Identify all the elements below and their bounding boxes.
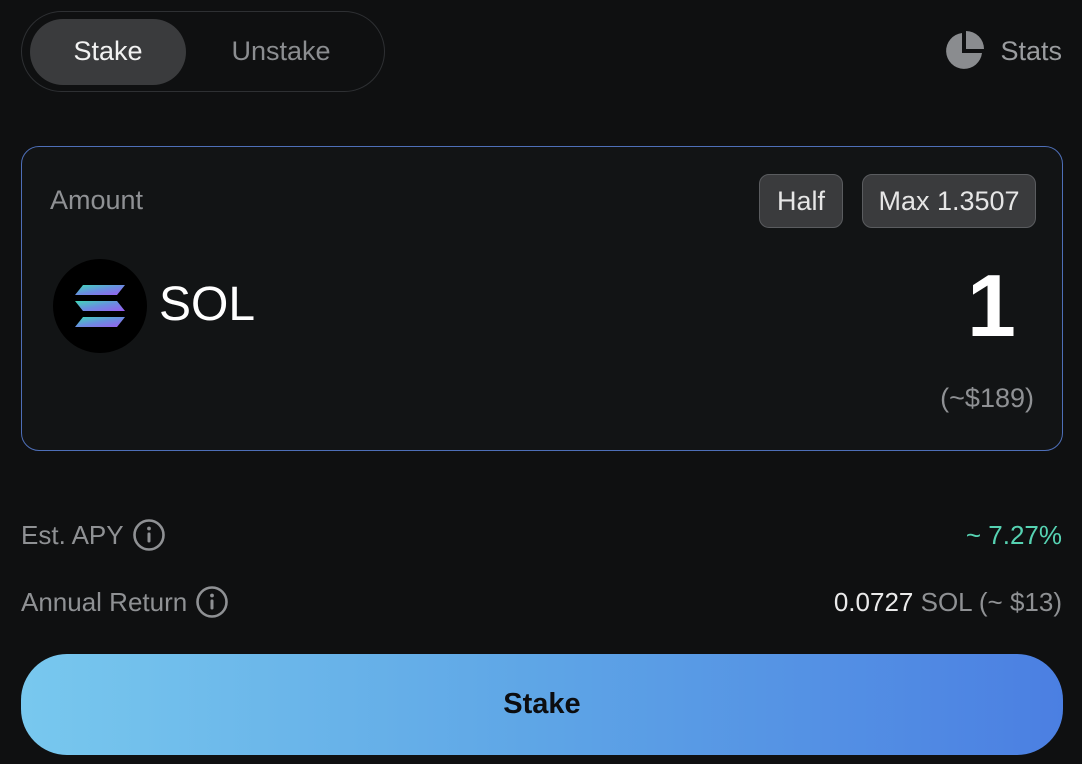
tab-stake[interactable]: Stake	[30, 18, 186, 85]
annual-return-unit: SOL (~ $13)	[913, 586, 1062, 617]
stake-panel: Stake Unstake Stats Amount Half Max 1.35…	[0, 0, 1082, 764]
stake-mode-tabs: Stake Unstake	[21, 11, 385, 92]
annual-return-value: 0.0727 SOL (~ $13)	[834, 587, 1062, 618]
annual-return-row: Annual Return 0.0727 SOL (~ $13)	[21, 585, 1062, 619]
solana-logo-icon	[53, 259, 147, 353]
pie-chart-icon	[946, 31, 985, 69]
stake-button[interactable]: Stake	[21, 654, 1063, 755]
annual-return-amount: 0.0727	[833, 586, 914, 617]
amount-label: Amount	[50, 185, 144, 215]
info-icon[interactable]	[132, 518, 166, 552]
usd-value: (~$189)	[940, 383, 1034, 413]
tab-unstake[interactable]: Unstake	[186, 19, 376, 85]
stats-label: Stats	[1000, 35, 1062, 66]
apy-label: Est. APY	[21, 519, 124, 550]
half-button[interactable]: Half	[759, 174, 843, 228]
stats-button[interactable]: Stats	[942, 29, 1062, 73]
annual-return-label: Annual Return	[21, 586, 188, 617]
apy-row: Est. APY ~ 7.27%	[21, 518, 1062, 552]
token-symbol: SOL	[159, 278, 256, 331]
apy-value: ~ 7.27%	[965, 519, 1062, 550]
max-button[interactable]: Max 1.3507	[862, 174, 1036, 228]
amount-card: Amount Half Max 1.3507 SOL 1 (~$189)	[21, 146, 1063, 451]
amount-input[interactable]: 1	[967, 255, 1016, 357]
info-icon[interactable]	[195, 585, 229, 619]
